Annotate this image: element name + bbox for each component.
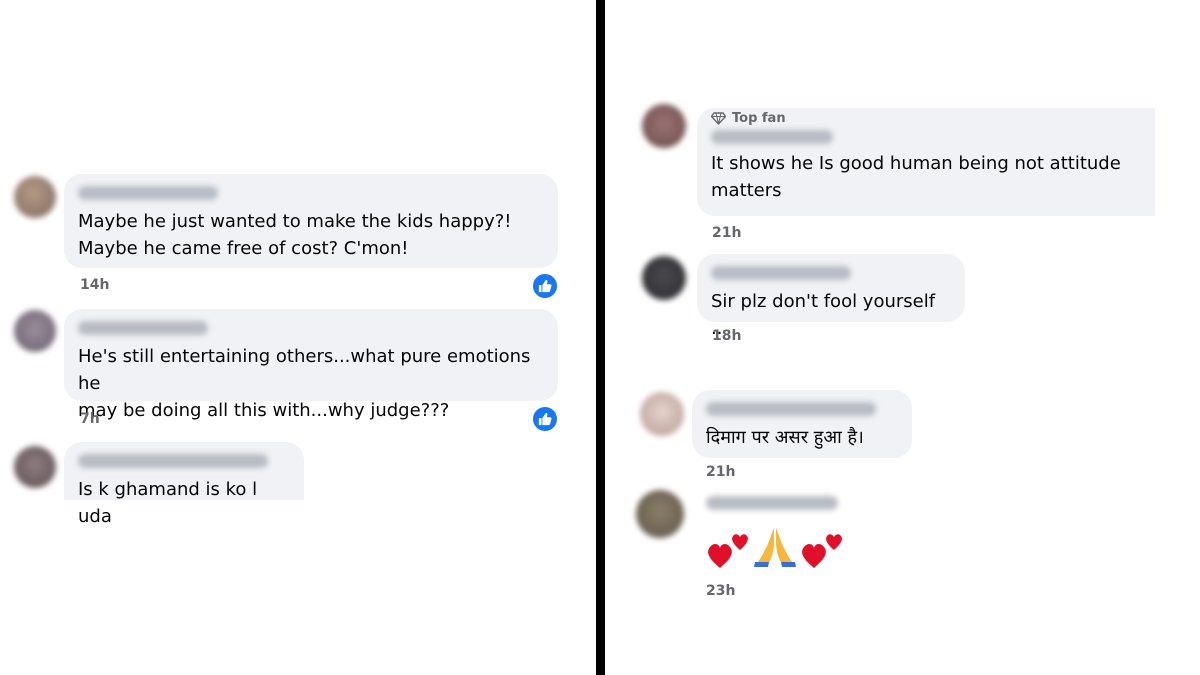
- comment-text: Sir plz don't fool yourself ..: [711, 291, 936, 339]
- comment-bubble: Sir plz don't fool yourself ..: [697, 254, 965, 339]
- top-fan-label: Top fan: [732, 111, 786, 126]
- commenter-name[interactable]: [78, 186, 218, 200]
- commenter-name[interactable]: [78, 454, 268, 468]
- top-fan-badge: Top fan: [711, 111, 1141, 126]
- comment-text: Maybe he just wanted to make the kids ha…: [78, 211, 512, 259]
- comment-bubble: He's still entertaining others...what pu…: [64, 309, 558, 421]
- commenter-name[interactable]: [706, 496, 838, 510]
- avatar[interactable]: [14, 176, 56, 218]
- two-hearts-icon: [802, 534, 842, 568]
- commenter-name[interactable]: [78, 321, 208, 335]
- avatar[interactable]: [14, 446, 56, 488]
- comment-bubble: Top fan It shows he Is good human being …: [697, 108, 1155, 216]
- comment-time[interactable]: 18h: [712, 328, 741, 344]
- comment-bubble: Maybe he just wanted to make the kids ha…: [64, 174, 558, 268]
- diamond-icon: [711, 112, 726, 125]
- comment-time[interactable]: 21h: [712, 225, 741, 241]
- comment-text: It shows he Is good human being not atti…: [711, 153, 1121, 201]
- commenter-name[interactable]: [706, 402, 876, 416]
- panel-divider: [596, 0, 605, 675]
- comment-bubble: Is k ghamand is ko l uda: [64, 442, 304, 527]
- avatar[interactable]: [642, 104, 686, 148]
- commenter-name[interactable]: [711, 266, 851, 280]
- like-reaction-icon[interactable]: [531, 272, 559, 300]
- comment-time[interactable]: 7h: [80, 411, 100, 427]
- two-hearts-icon: [708, 534, 748, 568]
- emoji-comment: [706, 520, 856, 572]
- avatar[interactable]: [642, 256, 686, 300]
- comment-time[interactable]: 14h: [80, 277, 109, 293]
- comment-time[interactable]: 21h: [706, 464, 735, 480]
- avatar[interactable]: [14, 310, 56, 352]
- avatar[interactable]: [640, 392, 684, 436]
- comment-time[interactable]: 23h: [706, 583, 735, 599]
- comment-text: He's still entertaining others...what pu…: [78, 346, 531, 421]
- commenter-name[interactable]: [711, 130, 833, 144]
- comment-text: Is k ghamand is ko l uda: [78, 479, 258, 527]
- comment-bubble: दिमाग पर असर हुआ है।: [692, 390, 912, 458]
- folded-hands-icon: [754, 528, 796, 567]
- comment-text: दिमाग पर असर हुआ है।: [706, 427, 864, 448]
- like-reaction-icon[interactable]: [531, 405, 559, 433]
- avatar[interactable]: [636, 490, 684, 538]
